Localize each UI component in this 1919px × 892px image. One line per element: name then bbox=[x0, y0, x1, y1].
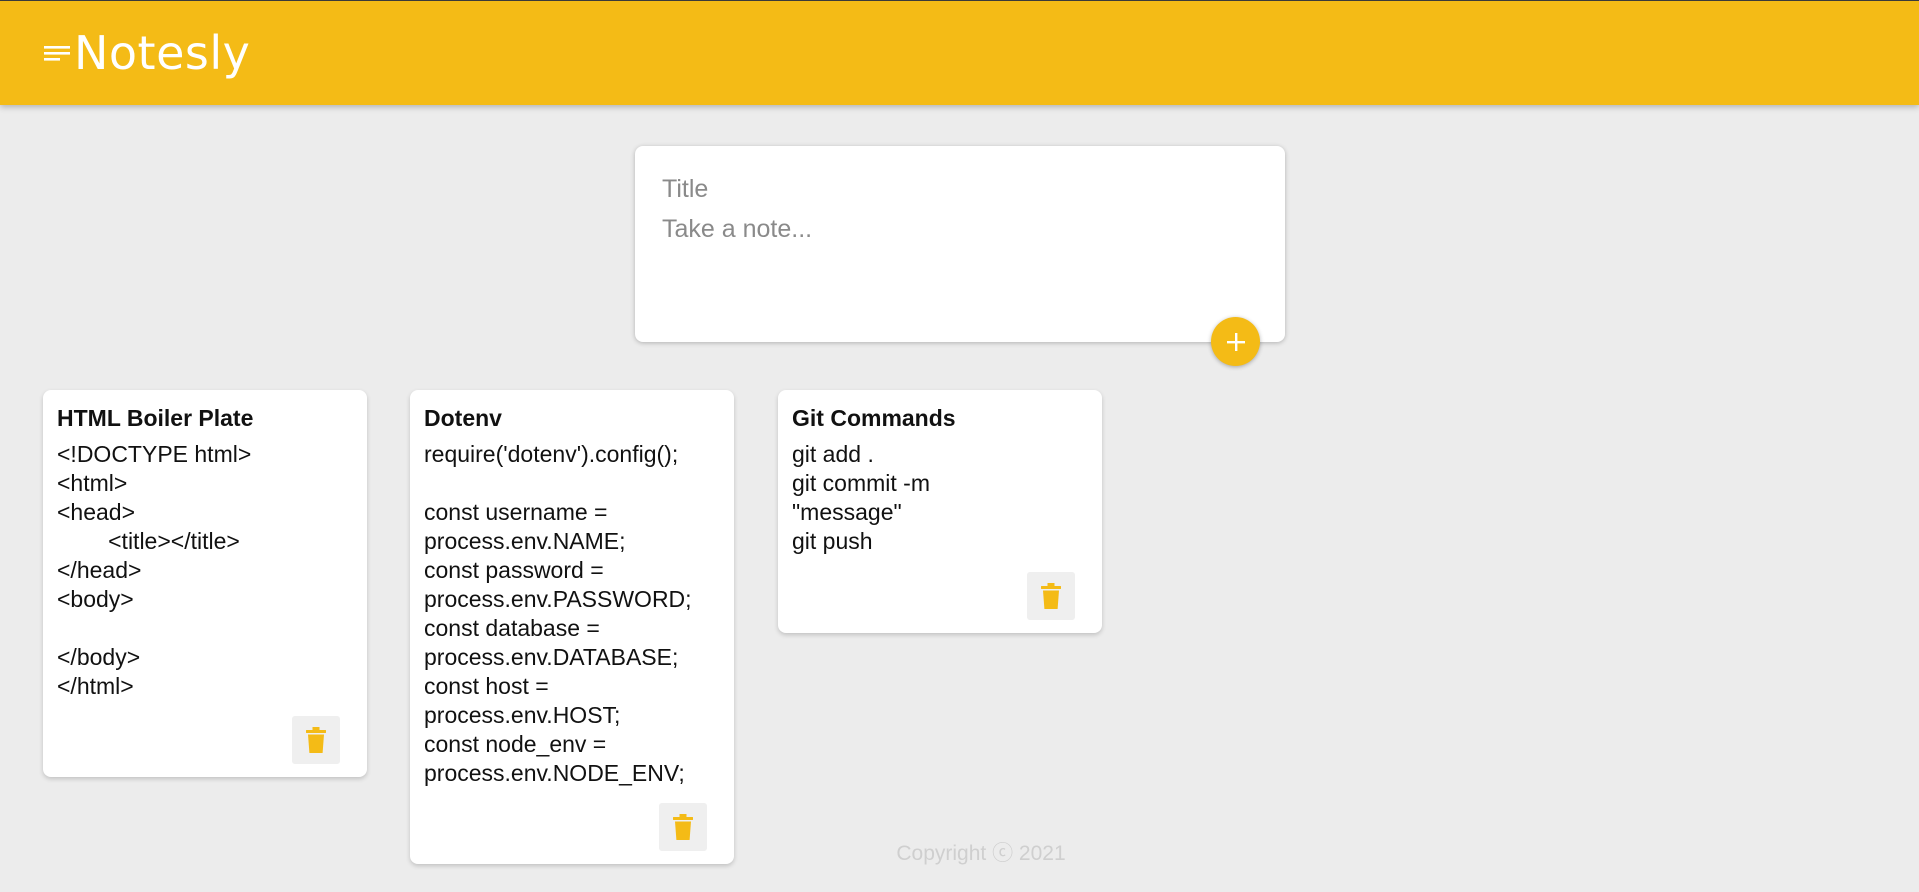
top-app-bar: Notesly bbox=[0, 0, 1919, 105]
app-name: Notesly bbox=[74, 26, 251, 80]
delete-note-button[interactable] bbox=[1027, 572, 1075, 620]
note-card: Git Commands git add . git commit -m "me… bbox=[778, 390, 1102, 633]
note-card: Dotenv require('dotenv').config(); const… bbox=[410, 390, 734, 864]
note-content: git add . git commit -m "message" git pu… bbox=[792, 441, 930, 554]
note-composer bbox=[635, 146, 1285, 342]
delete-note-button[interactable] bbox=[292, 716, 340, 764]
note-content: require('dotenv').config(); const userna… bbox=[424, 441, 692, 786]
note-card: HTML Boiler Plate <!DOCTYPE html> <html>… bbox=[43, 390, 367, 777]
note-content: <!DOCTYPE html> <html> <head> <title></t… bbox=[57, 441, 252, 699]
copyright-text: Copyright ⓒ 2021 bbox=[896, 842, 1066, 865]
brand: Notesly bbox=[44, 27, 250, 79]
notesly-app: Notesly HTML Boiler Plate <!DOCTYPE html… bbox=[0, 0, 1919, 892]
trash-icon bbox=[1041, 583, 1061, 609]
trash-icon bbox=[306, 727, 326, 753]
footer: Copyright ⓒ 2021 bbox=[0, 837, 1919, 867]
note-title: Git Commands bbox=[792, 405, 956, 431]
add-note-button[interactable] bbox=[1211, 317, 1260, 366]
notes-lines-icon bbox=[44, 46, 70, 61]
note-title: Dotenv bbox=[424, 405, 502, 431]
note-title-input[interactable] bbox=[662, 172, 1252, 206]
note-content-input[interactable] bbox=[662, 215, 1252, 315]
plus-icon bbox=[1226, 332, 1245, 351]
note-title: HTML Boiler Plate bbox=[57, 405, 254, 431]
